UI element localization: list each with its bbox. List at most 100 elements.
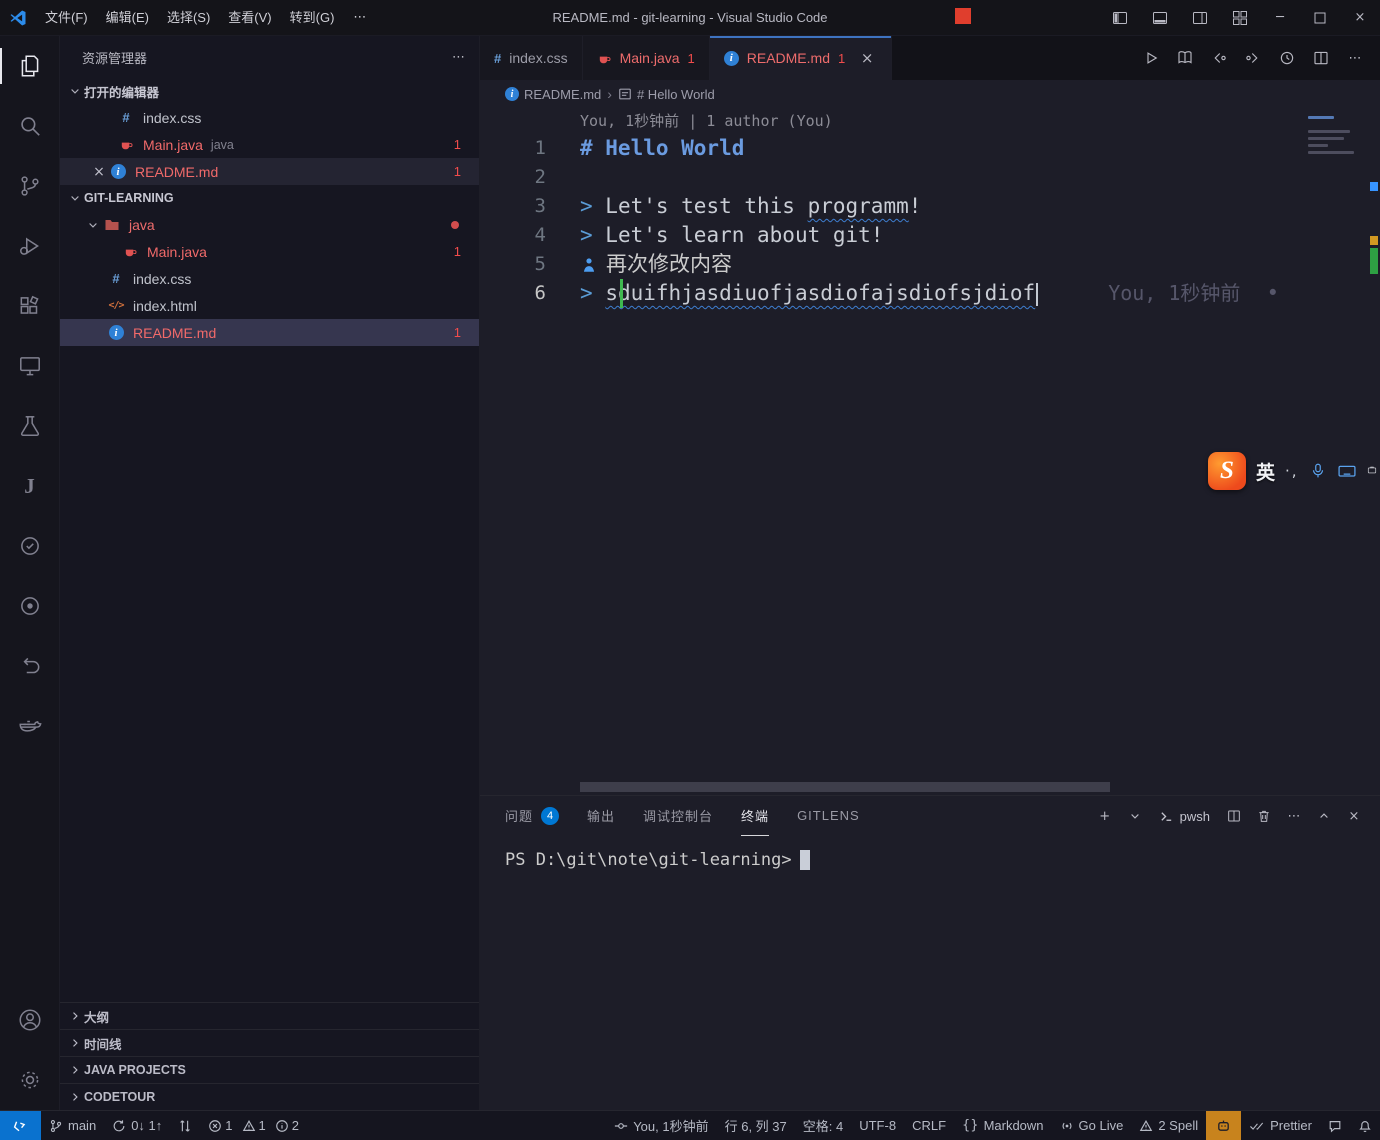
run-debug-icon[interactable] [0,216,60,276]
menu-more-icon[interactable]: ⋯ [343,10,376,25]
minimize-button[interactable]: ─ [1260,0,1300,36]
panel-tab-gitlens[interactable]: GITLENS [797,796,860,836]
terminal-instance-pwsh[interactable]: pwsh [1151,802,1218,830]
terminal[interactable]: PS D:\git\note\git-learning> [480,836,1380,1110]
sogou-ime-bar[interactable]: S 英 ·, [1208,452,1377,490]
menu-edit[interactable]: 编辑(E) [97,5,158,31]
breadcrumb-symbol[interactable]: # Hello World [618,87,715,102]
java-file-icon [120,244,140,259]
indentation-status[interactable]: 空格: 4 [795,1111,851,1140]
split-terminal-icon[interactable] [1220,802,1248,830]
ime-punctuation-indicator[interactable]: ·, [1285,462,1299,480]
prettier-status[interactable]: Prettier [1241,1111,1320,1140]
next-change-icon[interactable] [1238,43,1268,73]
keyboard-icon[interactable] [1337,461,1357,481]
open-editor-readme-md[interactable]: × i README.md 1 [60,158,479,185]
java-projects-icon[interactable]: J [0,456,60,516]
source-control-icon[interactable] [0,156,60,216]
toggle-primary-sidebar-icon[interactable] [1100,0,1140,36]
file-label: index.html [133,298,197,314]
remote-explorer-icon[interactable] [0,336,60,396]
minimap[interactable] [1308,112,1362,158]
remote-indicator[interactable] [0,1111,41,1140]
open-preview-icon[interactable] [1170,43,1200,73]
panel-tab-problems[interactable]: 问题 4 [505,796,559,836]
project-root-header[interactable]: GIT-LEARNING [60,185,479,211]
problems-status[interactable]: 1 1 2 [200,1111,313,1140]
previous-change-icon[interactable] [1204,43,1234,73]
split-editor-icon[interactable] [1306,43,1336,73]
terminal-dropdown-icon[interactable] [1121,802,1149,830]
menu-file[interactable]: 文件(F) [36,5,97,31]
notifications-bell-icon[interactable] [1350,1111,1380,1140]
search-icon[interactable] [0,96,60,156]
explorer-icon[interactable] [0,36,60,96]
extension-status-badge[interactable] [1206,1111,1241,1140]
sync-status[interactable]: 0↓ 1↑ [104,1111,170,1140]
toggle-panel-icon[interactable] [1140,0,1180,36]
tab-main-java[interactable]: Main.java 1 [583,36,710,80]
tree-folder-java[interactable]: java [60,211,479,238]
maximize-button[interactable] [1300,0,1340,36]
settings-gear-icon[interactable] [0,1050,60,1110]
gitlens-blame-status[interactable]: You, 1秒钟前 [606,1111,716,1140]
close-panel-icon[interactable]: × [1340,802,1368,830]
panel-more-actions-icon[interactable]: ⋯ [1280,802,1308,830]
tree-file-main-java[interactable]: Main.java 1 [60,238,479,265]
codelens-blame[interactable]: You, 1秒钟前 | 1 author (You) [480,108,1380,134]
more-actions-icon[interactable]: ⋯ [1340,43,1370,73]
panel-tab-terminal[interactable]: 终端 [741,796,769,836]
kill-terminal-icon[interactable] [1250,802,1278,830]
docker-icon[interactable] [0,696,60,756]
compare-changes-status[interactable] [170,1111,200,1140]
testing-icon[interactable] [0,396,60,456]
live-server-icon[interactable] [0,576,60,636]
run-icon[interactable] [1136,43,1166,73]
section-timeline[interactable]: 时间线 [60,1029,479,1056]
section-outline[interactable]: 大纲 [60,1002,479,1029]
gradle-icon[interactable] [0,516,60,576]
language-mode-status[interactable]: {} Markdown [954,1111,1052,1140]
section-java-projects[interactable]: JAVA PROJECTS [60,1056,479,1083]
chevron-right-icon [66,1064,84,1076]
tab-index-css[interactable]: # index.css [480,36,583,80]
panel-tab-debug-console[interactable]: 调试控制台 [643,796,713,836]
spell-checker-status[interactable]: 2 Spell [1131,1111,1206,1140]
ime-language-indicator[interactable]: 英 [1256,458,1275,485]
tree-file-index-html[interactable]: </> index.html [60,292,479,319]
open-changes-icon[interactable] [1272,43,1302,73]
feedback-icon[interactable] [1320,1111,1350,1140]
ime-toolbox-icon[interactable] [1367,460,1377,482]
history-icon[interactable] [0,636,60,696]
section-codetour[interactable]: CODETOUR [60,1083,479,1110]
open-editor-main-java[interactable]: Main.java java 1 [60,131,479,158]
maximize-panel-icon[interactable] [1310,802,1338,830]
encoding-status[interactable]: UTF-8 [851,1111,904,1140]
eol-status[interactable]: CRLF [904,1111,954,1140]
tree-file-index-css[interactable]: # index.css [60,265,479,292]
close-editor-icon[interactable]: × [90,164,108,180]
open-editor-index-css[interactable]: # index.css [60,104,479,131]
open-editors-header[interactable]: 打开的编辑器 [60,78,479,104]
new-terminal-icon[interactable]: + [1091,802,1119,830]
horizontal-scrollbar[interactable] [580,782,1110,792]
git-branch-status[interactable]: main [41,1111,104,1140]
extensions-icon[interactable] [0,276,60,336]
tab-readme-md[interactable]: i README.md 1 × [710,36,892,80]
microphone-icon[interactable] [1309,462,1327,480]
toggle-secondary-sidebar-icon[interactable] [1180,0,1220,36]
go-live-status[interactable]: Go Live [1052,1111,1132,1140]
views-more-actions-icon[interactable]: ⋯ [452,50,465,65]
sogou-logo-icon[interactable]: S [1208,452,1246,490]
cursor-position-status[interactable]: 行 6, 列 37 [717,1111,795,1140]
close-window-button[interactable]: × [1340,0,1380,36]
menu-view[interactable]: 查看(V) [219,5,280,31]
panel-tab-output[interactable]: 输出 [587,796,615,836]
close-tab-icon[interactable]: × [857,48,877,68]
menu-go[interactable]: 转到(G) [281,5,344,31]
tree-file-readme-md[interactable]: i README.md 1 [60,319,479,346]
account-icon[interactable] [0,990,60,1050]
customize-layout-icon[interactable] [1220,0,1260,36]
breadcrumb-file[interactable]: i README.md [505,87,601,102]
menu-selection[interactable]: 选择(S) [158,5,219,31]
